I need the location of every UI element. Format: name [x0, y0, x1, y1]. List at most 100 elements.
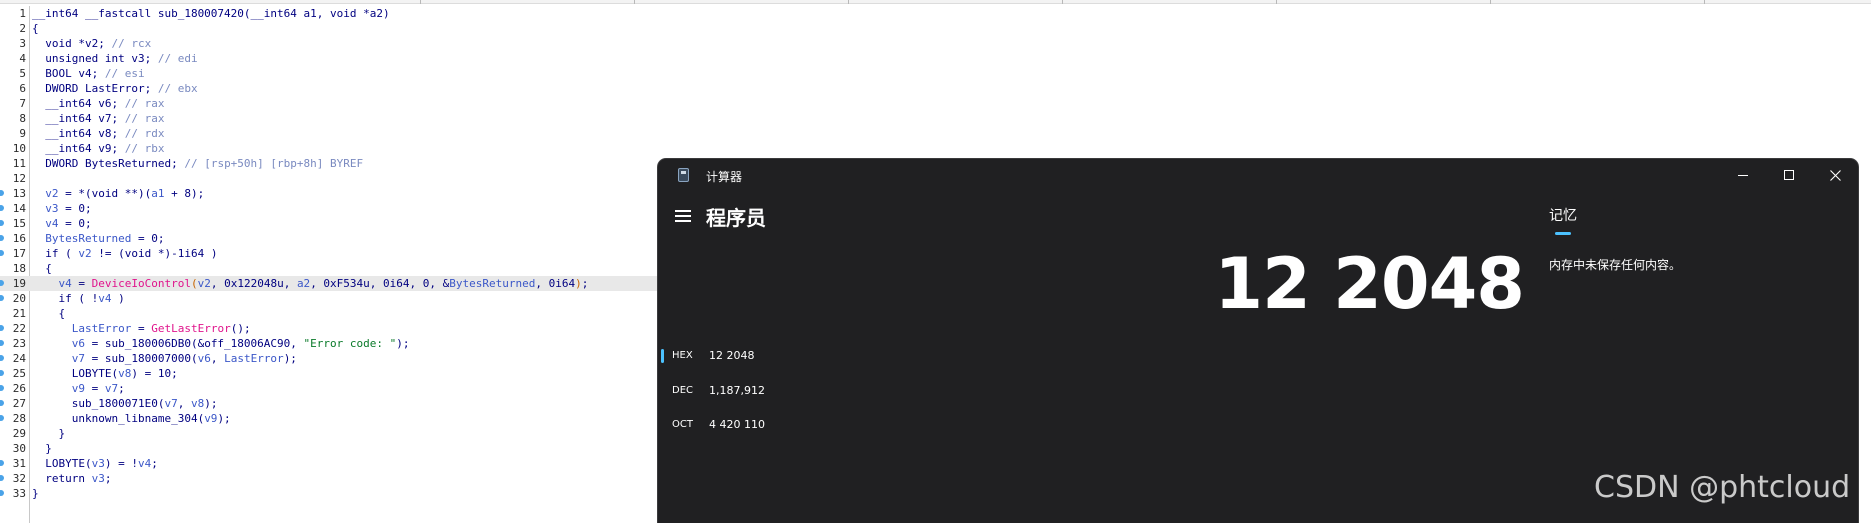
line-number: 2 [19, 22, 26, 35]
code-token: v2 [32, 187, 59, 200]
code-line[interactable]: 17 if ( v2 != (void *)-1i64 ) [0, 246, 700, 261]
radix-row-dec[interactable]: DEC 1,187,912 [658, 381, 958, 403]
code-token: v4 [32, 277, 72, 290]
maximize-button[interactable] [1766, 159, 1812, 191]
pseudocode-editor[interactable]: 1 __int64 __fastcall sub_180007420(__int6… [0, 6, 700, 523]
code-line[interactable]: 32 return v3; [0, 471, 700, 486]
code-line[interactable]: 13 v2 = *(void **)(a1 + 8); [0, 186, 700, 201]
minimize-icon [1738, 174, 1748, 176]
code-token: DWORD BytesReturned; [32, 157, 185, 170]
line-number: 8 [19, 112, 26, 125]
code-line[interactable]: 22 LastError = GetLastError(); [0, 321, 700, 336]
code-token: , [177, 397, 191, 410]
calculator-titlebar[interactable]: 计算器 [658, 159, 1858, 191]
line-number: 1 [19, 7, 26, 20]
memory-tab-indicator [1555, 232, 1571, 235]
code-line[interactable]: 21 { [0, 306, 700, 321]
code-line[interactable]: 33} [0, 486, 700, 501]
code-token: ; [118, 382, 125, 395]
code-line[interactable]: 16 BytesReturned = 0; [0, 231, 700, 246]
code-token: = sub_180006DB0(&off_18006AC90, [84, 337, 304, 350]
code-line[interactable]: 2{ [0, 21, 700, 36]
code-line[interactable]: 27 sub_1800071E0(v7, v8); [0, 396, 700, 411]
calculator-window[interactable]: 计算器 程序员 记忆 内存中未保存任何内容。 12 2048 HEX 12 20… [658, 159, 1858, 523]
code-line[interactable]: 10 __int64 v9; // rbx [0, 141, 700, 156]
line-number: 32 [12, 472, 26, 485]
code-line[interactable]: 24 v7 = sub_180007000(v6, LastError); [0, 351, 700, 366]
code-token: = 0; [58, 202, 92, 215]
radix-row-hex[interactable]: HEX 12 2048 [658, 346, 958, 368]
code-token: // rbx [124, 142, 165, 155]
minimize-button[interactable] [1720, 159, 1766, 191]
code-text: } [32, 426, 65, 441]
code-line[interactable]: 8 __int64 v7; // rax [0, 111, 700, 126]
code-token: v9 [32, 382, 85, 395]
code-token: LOBYTE( [32, 457, 92, 470]
code-token: ; [151, 457, 158, 470]
code-line[interactable]: 19 v4 = DeviceIoControl(v2, 0x122048u, a… [0, 276, 700, 291]
code-text: DWORD BytesReturned; // [rsp+50h] [rbp+8… [32, 156, 363, 171]
code-line[interactable]: 28 unknown_libname_304(v9); [0, 411, 700, 426]
code-token: v7 [164, 397, 178, 410]
code-token: ) = 10; [131, 367, 178, 380]
code-token: DeviceIoControl [91, 277, 191, 290]
code-line[interactable]: 14 v3 = 0; [0, 201, 700, 216]
code-line[interactable]: 11 DWORD BytesReturned; // [rsp+50h] [rb… [0, 156, 700, 171]
code-token: "Error code: " [303, 337, 397, 350]
memory-tab[interactable]: 记忆 [1549, 205, 1577, 225]
code-text: v6 = sub_180006DB0(&off_18006AC90, "Erro… [32, 336, 410, 351]
code-line[interactable]: 26 v9 = v7; [0, 381, 700, 396]
code-line[interactable]: 30 } [0, 441, 700, 456]
line-number: 24 [12, 352, 26, 365]
code-line[interactable]: 7 __int64 v6; // rax [0, 96, 700, 111]
code-line[interactable]: 25 LOBYTE(v8) = 10; [0, 366, 700, 381]
code-text: LOBYTE(v3) = !v4; [32, 456, 158, 471]
code-token: __int64 __fastcall sub_180007420(__int64… [32, 7, 390, 20]
line-number: 27 [12, 397, 26, 410]
code-token: // edi [157, 52, 198, 65]
code-line[interactable]: 15 v4 = 0; [0, 216, 700, 231]
line-number: 4 [19, 52, 26, 65]
code-token: , 0i64 [535, 277, 576, 290]
code-token: a1 [151, 187, 165, 200]
tab-divider [1062, 0, 1063, 4]
close-button[interactable] [1812, 159, 1858, 191]
code-line[interactable]: 20 if ( !v4 ) [0, 291, 700, 306]
code-line[interactable]: 12 [0, 171, 700, 186]
code-token: ) [575, 277, 582, 290]
code-token: LastError [224, 352, 284, 365]
code-text: v4 = 0; [32, 216, 92, 231]
code-text: v9 = v7; [32, 381, 125, 396]
code-token: = 0; [58, 217, 92, 230]
code-line[interactable]: 18 { [0, 261, 700, 276]
hamburger-menu-icon[interactable] [675, 210, 691, 222]
code-text: return v3; [32, 471, 111, 486]
code-text: __int64 v7; // rax [32, 111, 164, 126]
code-line[interactable]: 31 LOBYTE(v3) = !v4; [0, 456, 700, 471]
code-text: __int64 __fastcall sub_180007420(__int64… [32, 6, 390, 21]
code-line[interactable]: 3 void *v2; // rcx [0, 36, 700, 51]
code-line[interactable]: 6 DWORD LastError; // ebx [0, 81, 700, 96]
code-text: if ( !v4 ) [32, 291, 124, 306]
calculator-app-icon [678, 168, 689, 182]
line-number: 12 [12, 172, 26, 185]
code-line[interactable]: 29 } [0, 426, 700, 441]
code-line[interactable]: 4 unsigned int v3; // edi [0, 51, 700, 66]
code-line[interactable]: 9 __int64 v8; // rdx [0, 126, 700, 141]
code-line[interactable]: 1 __int64 __fastcall sub_180007420(__int6… [0, 6, 700, 21]
code-token: = [84, 382, 105, 395]
code-token: = [71, 277, 92, 290]
radix-row-oct[interactable]: OCT 4 420 110 [658, 415, 958, 437]
code-token: __int64 v9; [32, 142, 125, 155]
code-token: void *v2; [32, 37, 112, 50]
code-token: v6 [197, 352, 211, 365]
code-line[interactable]: 23 v6 = sub_180006DB0(&off_18006AC90, "E… [0, 336, 700, 351]
result-display: 12 2048 [1214, 243, 1525, 325]
code-text: if ( v2 != (void *)-1i64 ) [32, 246, 217, 261]
code-token: // rcx [111, 37, 152, 50]
radix-selected-indicator [661, 349, 664, 363]
code-token: != (void *)-1i64 ) [91, 247, 218, 260]
code-token: BOOL v4; [32, 67, 105, 80]
code-line[interactable]: 5 BOOL v4; // esi [0, 66, 700, 81]
